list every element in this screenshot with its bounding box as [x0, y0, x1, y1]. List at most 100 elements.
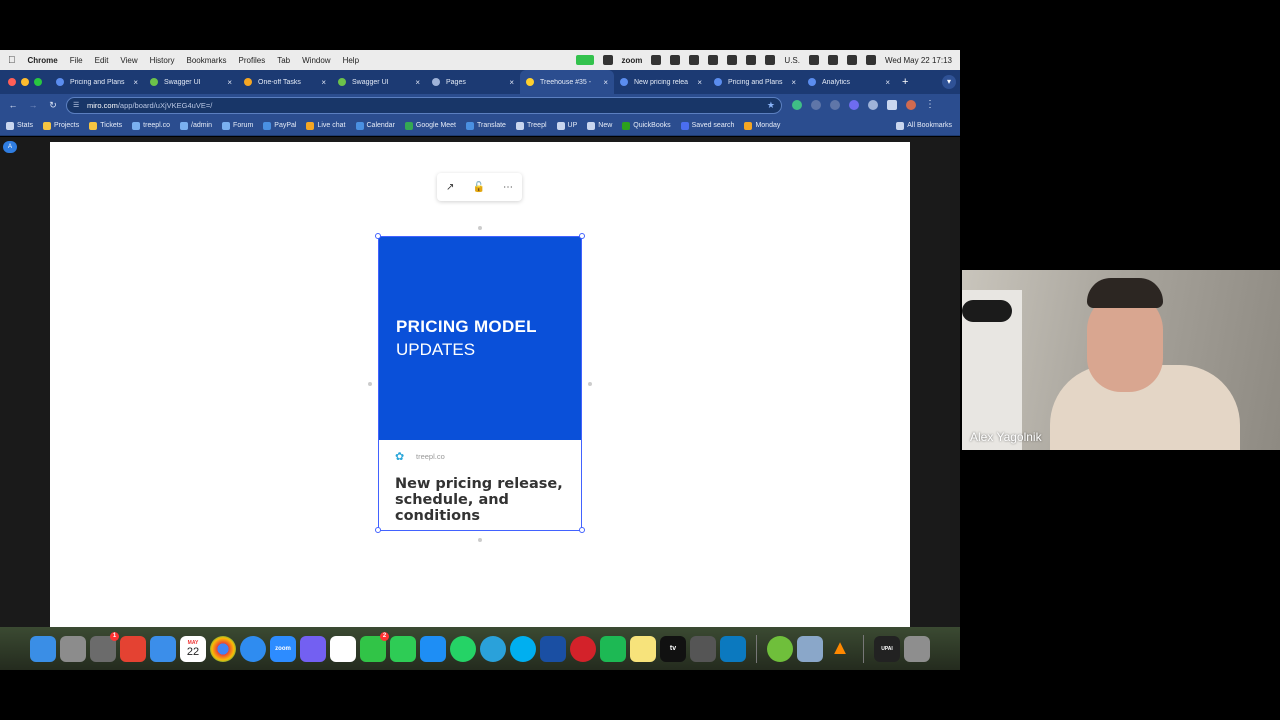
calendar-icon[interactable]: MAY 22 [180, 635, 206, 662]
close-tab-icon[interactable]: × [415, 78, 420, 87]
profile-badge[interactable]: A [3, 141, 17, 153]
miro-board-canvas[interactable]: ↗ 🔓 ⋯ PRICING MODEL UPDATES ✿ treepl.co … [50, 142, 910, 627]
safari-icon[interactable] [240, 635, 266, 662]
menu-profiles[interactable]: Profiles [239, 56, 266, 65]
bluetooth-icon[interactable] [727, 55, 738, 65]
extension-icon[interactable] [849, 100, 859, 110]
skype-icon[interactable] [510, 635, 536, 662]
bookmark-item[interactable]: Translate [466, 121, 506, 130]
battery-icon[interactable] [808, 55, 819, 65]
menu-help[interactable]: Help [343, 56, 359, 65]
wordpress-icon[interactable] [651, 55, 662, 65]
grammarly-extension-icon[interactable] [792, 100, 802, 110]
connector-dot[interactable] [588, 382, 592, 386]
maximize-window-icon[interactable] [34, 78, 42, 86]
launchpad-icon[interactable] [60, 635, 86, 662]
menu-clock[interactable]: Wed May 22 17:13 [885, 56, 952, 65]
finder-icon[interactable] [30, 635, 56, 662]
forward-button[interactable]: → [26, 100, 40, 110]
clock-icon[interactable] [765, 55, 776, 65]
bookmark-item[interactable]: QuickBooks [622, 121, 671, 130]
vlc-icon[interactable]: ▲ [827, 636, 853, 662]
open-link-icon[interactable]: ↗ [446, 182, 454, 193]
close-tab-icon[interactable]: × [791, 78, 796, 87]
bookmark-item[interactable]: Google Meet [404, 121, 456, 130]
evernote-icon[interactable] [600, 635, 626, 662]
bookmark-item[interactable]: /admin [180, 121, 212, 130]
facetime-icon[interactable] [390, 635, 416, 662]
more-dots-icon[interactable] [670, 55, 681, 65]
connector-dot[interactable] [478, 226, 482, 230]
dots-app-icon[interactable] [570, 635, 596, 662]
site-info-icon[interactable]: ☰ [73, 101, 81, 109]
browser-tab[interactable]: Treehouse #35 - × [520, 70, 614, 94]
shield-icon[interactable] [708, 55, 719, 65]
facetime-video-icon[interactable] [575, 55, 594, 65]
bookmark-item[interactable]: treepl.co [132, 121, 170, 130]
wifi-icon[interactable] [827, 55, 838, 65]
trello-icon[interactable] [720, 635, 746, 662]
bookmark-star-icon[interactable]: ★ [767, 100, 775, 111]
app-store-icon[interactable] [420, 635, 446, 662]
extension-icon[interactable] [811, 100, 821, 110]
menu-view[interactable]: View [120, 56, 137, 65]
browser-tab[interactable]: Swagger UI × [144, 70, 238, 94]
system-settings-icon[interactable]: 1 [90, 631, 119, 662]
close-tab-icon[interactable]: × [509, 78, 514, 87]
spotlight-search-icon[interactable] [846, 55, 857, 65]
menu-app-name[interactable]: Chrome [28, 56, 58, 65]
browser-tab[interactable]: Pricing and Plans × [708, 70, 802, 94]
todoist-icon[interactable] [120, 635, 146, 662]
input-source-indicator[interactable]: U.S. [784, 56, 800, 65]
menu-bookmarks[interactable]: Bookmarks [187, 56, 227, 65]
whatsapp-icon[interactable] [450, 635, 476, 662]
all-bookmarks-folder[interactable]: All Bookmarks [896, 121, 952, 130]
close-tab-icon[interactable]: × [133, 78, 138, 87]
chrome-icon[interactable] [210, 635, 236, 662]
display-icon[interactable] [746, 55, 757, 65]
person-status-icon[interactable] [602, 55, 613, 65]
browser-tab[interactable]: One-off Tasks × [238, 70, 332, 94]
menu-window[interactable]: Window [302, 56, 330, 65]
bookmark-item[interactable]: Saved search [680, 121, 734, 130]
trash-icon[interactable] [904, 635, 930, 662]
minimize-window-icon[interactable] [21, 78, 29, 86]
connector-dot[interactable] [478, 538, 482, 542]
connector-dot[interactable] [368, 382, 372, 386]
close-tab-icon[interactable]: × [697, 78, 702, 87]
cloud-extension-icon[interactable] [868, 100, 878, 110]
calculator-icon[interactable] [690, 635, 716, 662]
lock-icon[interactable]: 🔓 [472, 182, 484, 193]
slack-icon[interactable] [330, 635, 356, 662]
menu-history[interactable]: History [150, 56, 175, 65]
viber-icon[interactable] [300, 635, 326, 662]
browser-tab[interactable]: Swagger UI × [332, 70, 426, 94]
telegram-icon[interactable] [480, 635, 506, 662]
zoom-menu-item[interactable]: zoom [622, 56, 643, 65]
more-options-icon[interactable]: ⋯ [503, 182, 513, 193]
menu-tab[interactable]: Tab [277, 56, 290, 65]
extension-icon[interactable] [830, 100, 840, 110]
creative-cloud-icon[interactable] [689, 55, 700, 65]
menu-file[interactable]: File [70, 56, 83, 65]
chrome-menu-icon[interactable]: ⋮ [925, 100, 935, 110]
close-tab-icon[interactable]: × [321, 78, 326, 87]
bookmark-item[interactable]: Tickets [89, 121, 122, 130]
bookmark-item[interactable]: Monday [744, 121, 780, 130]
browser-tab[interactable]: Pricing and Plans × [50, 70, 144, 94]
close-tab-icon[interactable]: × [227, 78, 232, 87]
menu-edit[interactable]: Edit [95, 56, 109, 65]
close-tab-icon[interactable]: × [603, 78, 608, 87]
bitwarden-icon[interactable] [540, 635, 566, 662]
resize-handle[interactable] [579, 527, 585, 533]
bookmark-item[interactable]: Stats [6, 121, 33, 130]
extensions-puzzle-icon[interactable] [887, 100, 897, 110]
browser-tab[interactable]: Pages × [426, 70, 520, 94]
resize-handle[interactable] [375, 233, 381, 239]
link-preview-card[interactable]: PRICING MODEL UPDATES ✿ treepl.co New pr… [378, 236, 582, 531]
preview-icon[interactable] [797, 635, 823, 662]
browser-tab[interactable]: Analytics × [802, 70, 896, 94]
reload-button[interactable]: ↻ [46, 100, 60, 111]
mail-icon[interactable] [150, 635, 176, 662]
bookmark-item[interactable]: New [587, 121, 612, 130]
